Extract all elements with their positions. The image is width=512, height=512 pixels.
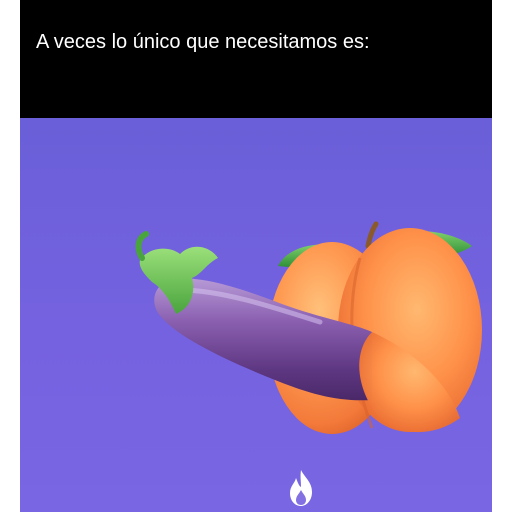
caption-text: A veces lo único que necesitamos es:	[36, 31, 370, 53]
illustration-art	[135, 221, 482, 434]
caption-bar: A veces lo único que necesitamos es:	[20, 0, 492, 118]
flame-icon	[290, 470, 312, 506]
meme-frame: A veces lo único que necesitamos es:	[20, 0, 492, 512]
illustration-scene	[20, 118, 492, 512]
